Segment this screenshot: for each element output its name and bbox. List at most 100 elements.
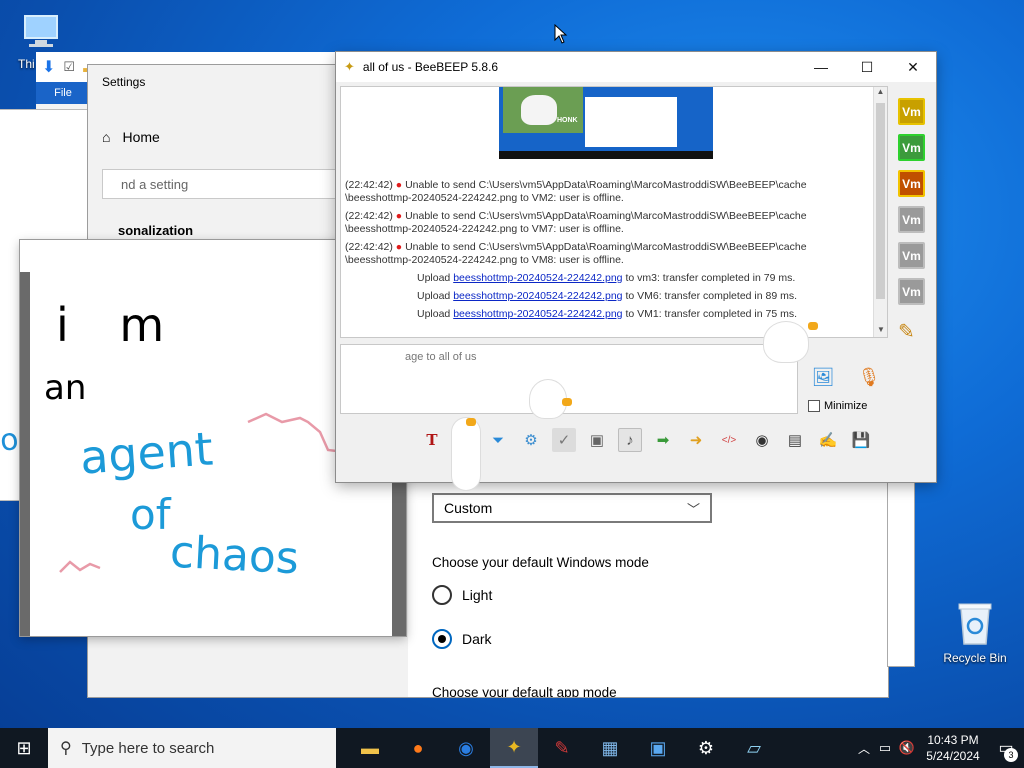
clock-date: 5/24/2024: [926, 749, 980, 763]
minimize-checkbox-row[interactable]: Minimize: [808, 400, 867, 412]
chat-error-text-2: \beesshottmp-20240524-224242.png to VM2:…: [345, 192, 624, 204]
network-icon[interactable]: ▭: [874, 740, 896, 756]
html-icon[interactable]: </>: [717, 428, 741, 452]
emoticon-icon[interactable]: ✓: [552, 428, 576, 452]
upload-prefix: Upload: [417, 272, 451, 284]
background-window-right: [888, 478, 914, 666]
filter-icon[interactable]: ⏷: [486, 428, 510, 452]
scroll-thumb[interactable]: [876, 103, 885, 299]
system-tray: ︿ ▭ 🔇 10:43 PM 5/24/2024 ▭ 3: [854, 728, 1024, 768]
voice-message-button[interactable]: 🎙: [856, 364, 882, 390]
message-placeholder: age to all of us: [405, 351, 477, 363]
dark-radio-button[interactable]: [432, 629, 452, 649]
notification-count-badge: 3: [1004, 748, 1018, 762]
computer-icon: [24, 15, 58, 47]
upload-suffix: to vm3: transfer completed in 79 ms.: [625, 272, 796, 284]
vm-user-badge[interactable]: Vm: [898, 206, 925, 233]
timestamp: (22:42:42): [345, 241, 393, 253]
beebeep-title: all of us - BeeBEEP 5.8.6: [362, 60, 499, 74]
thumbnail-dialog: [585, 97, 677, 147]
vm-user-badge[interactable]: Vm: [898, 278, 925, 305]
send-file-icon[interactable]: ➡: [651, 428, 675, 452]
send-screenshot-button[interactable]: 🖼: [806, 364, 840, 390]
settings-section-title: sonalization: [118, 223, 194, 238]
beebeep-taskbar-icon[interactable]: ✦: [490, 728, 538, 768]
beebeep-window: ✦ all of us - BeeBEEP 5.8.6 — ☐ ✕ HONK (…: [336, 52, 936, 482]
volume-muted-icon[interactable]: 🔇: [896, 740, 918, 756]
remote-desktop-taskbar-icon[interactable]: ▦: [586, 728, 634, 768]
chat-error-text: Unable to send C:\Users\vm5\AppData\Roam…: [405, 210, 807, 222]
scroll-down-arrow-icon[interactable]: ▼: [874, 325, 887, 337]
upload-file-link[interactable]: beesshottmp-20240524-224242.png: [453, 272, 622, 284]
chrome-taskbar-icon[interactable]: ◉: [442, 728, 490, 768]
minimize-window-button[interactable]: —: [798, 52, 844, 82]
home-label: Home: [122, 129, 160, 145]
chat-error-text-2: \beesshottmp-20240524-224242.png to VM8:…: [345, 254, 624, 266]
handwriting-line-1: i m: [56, 298, 183, 352]
settings-home-item[interactable]: ⌂ Home: [102, 129, 160, 145]
paint-taskbar-icon[interactable]: ✎: [538, 728, 586, 768]
vm-user-badge[interactable]: Vm: [898, 98, 925, 125]
chat-history[interactable]: HONK (22:42:42) ● Unable to send C:\User…: [340, 86, 888, 338]
save-icon[interactable]: 💾: [849, 428, 873, 452]
clock[interactable]: 10:43 PM 5/24/2024: [918, 732, 988, 764]
chat-scrollbar[interactable]: ▲ ▼: [873, 87, 887, 337]
checkbox-icon[interactable]: ☑: [63, 59, 75, 75]
beebeep-app-icon: ✦: [344, 59, 355, 74]
status-icon[interactable]: ▣: [585, 428, 609, 452]
color-mode-dropdown[interactable]: Custom ﹀: [432, 493, 712, 523]
keyboard-icon[interactable]: ▤: [783, 428, 807, 452]
notes-icon[interactable]: ✍: [816, 428, 840, 452]
tray-chevron-up-icon[interactable]: ︿: [854, 740, 874, 757]
file-tab[interactable]: File: [36, 82, 90, 104]
upload-file-link[interactable]: beesshottmp-20240524-224242.png: [453, 290, 622, 302]
clock-time: 10:43 PM: [927, 733, 979, 747]
close-window-button[interactable]: ✕: [890, 52, 936, 82]
users-edit-icon[interactable]: ✎: [898, 319, 930, 344]
settings-content-pane: Custom ﹀ Choose your default Windows mod…: [408, 483, 888, 697]
computer-taskbar-icon[interactable]: ▣: [634, 728, 682, 768]
notification-center-button[interactable]: ▭ 3: [988, 728, 1024, 768]
webcam-icon[interactable]: ◉: [750, 428, 774, 452]
dark-mode-radio[interactable]: Dark: [432, 629, 492, 649]
recycle-bin-desktop-icon[interactable]: Recycle Bin: [940, 600, 1010, 665]
light-mode-radio[interactable]: Light: [432, 585, 492, 605]
notepad-taskbar-icon[interactable]: ▱: [730, 728, 778, 768]
vm-user-badge[interactable]: Vm: [898, 134, 925, 161]
settings-taskbar-icon[interactable]: ⚙: [682, 728, 730, 768]
chat-toolbar: T ⁑ ⏷ ⚙ ✓ ▣ ♪ ➡ ➜ </> ◉ ▤ ✍ 💾: [420, 424, 873, 456]
settings-title: Settings: [102, 75, 146, 89]
vm-user-badge[interactable]: Vm: [898, 242, 925, 269]
settings-gear-icon[interactable]: ⚙: [519, 428, 543, 452]
maximize-window-button[interactable]: ☐: [844, 52, 890, 82]
file-explorer-taskbar-icon[interactable]: ▬: [346, 728, 394, 768]
upload-suffix: to VM6: transfer completed in 89 ms.: [625, 290, 798, 302]
scroll-up-arrow-icon[interactable]: ▲: [874, 87, 887, 101]
search-placeholder: Type here to search: [81, 739, 215, 757]
chat-error-line: (22:42:42) ● Unable to send C:\Users\vm5…: [345, 179, 807, 205]
vm-user-badge[interactable]: Vm: [898, 170, 925, 197]
download-arrow-icon[interactable]: ⬇: [42, 57, 55, 77]
goose-beak-icon: [808, 322, 818, 330]
find-setting-placeholder: nd a setting: [121, 176, 189, 192]
drawing-left-border: [20, 272, 30, 636]
send-folder-icon[interactable]: ➜: [684, 428, 708, 452]
error-icon: ●: [395, 179, 403, 191]
music-note-icon[interactable]: ♪: [618, 428, 642, 452]
firefox-taskbar-icon[interactable]: ●: [394, 728, 442, 768]
goose-sprite: [530, 380, 566, 418]
minimize-checkbox[interactable]: [808, 400, 820, 412]
thumbnail-taskbar: [499, 151, 713, 159]
light-radio-button[interactable]: [432, 585, 452, 605]
upload-file-link[interactable]: beesshottmp-20240524-224242.png: [453, 308, 622, 320]
taskbar-search-box[interactable]: ⚲ Type here to search: [48, 728, 336, 768]
chat-error-text-2: \beesshottmp-20240524-224242.png to VM7:…: [345, 223, 624, 235]
timestamp: (22:42:42): [345, 210, 393, 222]
vm-badge-list: Vm Vm Vm Vm Vm Vm: [898, 98, 930, 305]
start-button[interactable]: ⊞: [0, 728, 48, 768]
upload-line: Upload beesshottmp-20240524-224242.png t…: [345, 290, 807, 303]
find-setting-input[interactable]: nd a setting: [102, 169, 336, 199]
app-mode-heading: Choose your default app mode: [432, 685, 617, 697]
screenshot-thumbnail[interactable]: HONK: [499, 87, 713, 159]
font-icon[interactable]: T: [420, 428, 444, 452]
